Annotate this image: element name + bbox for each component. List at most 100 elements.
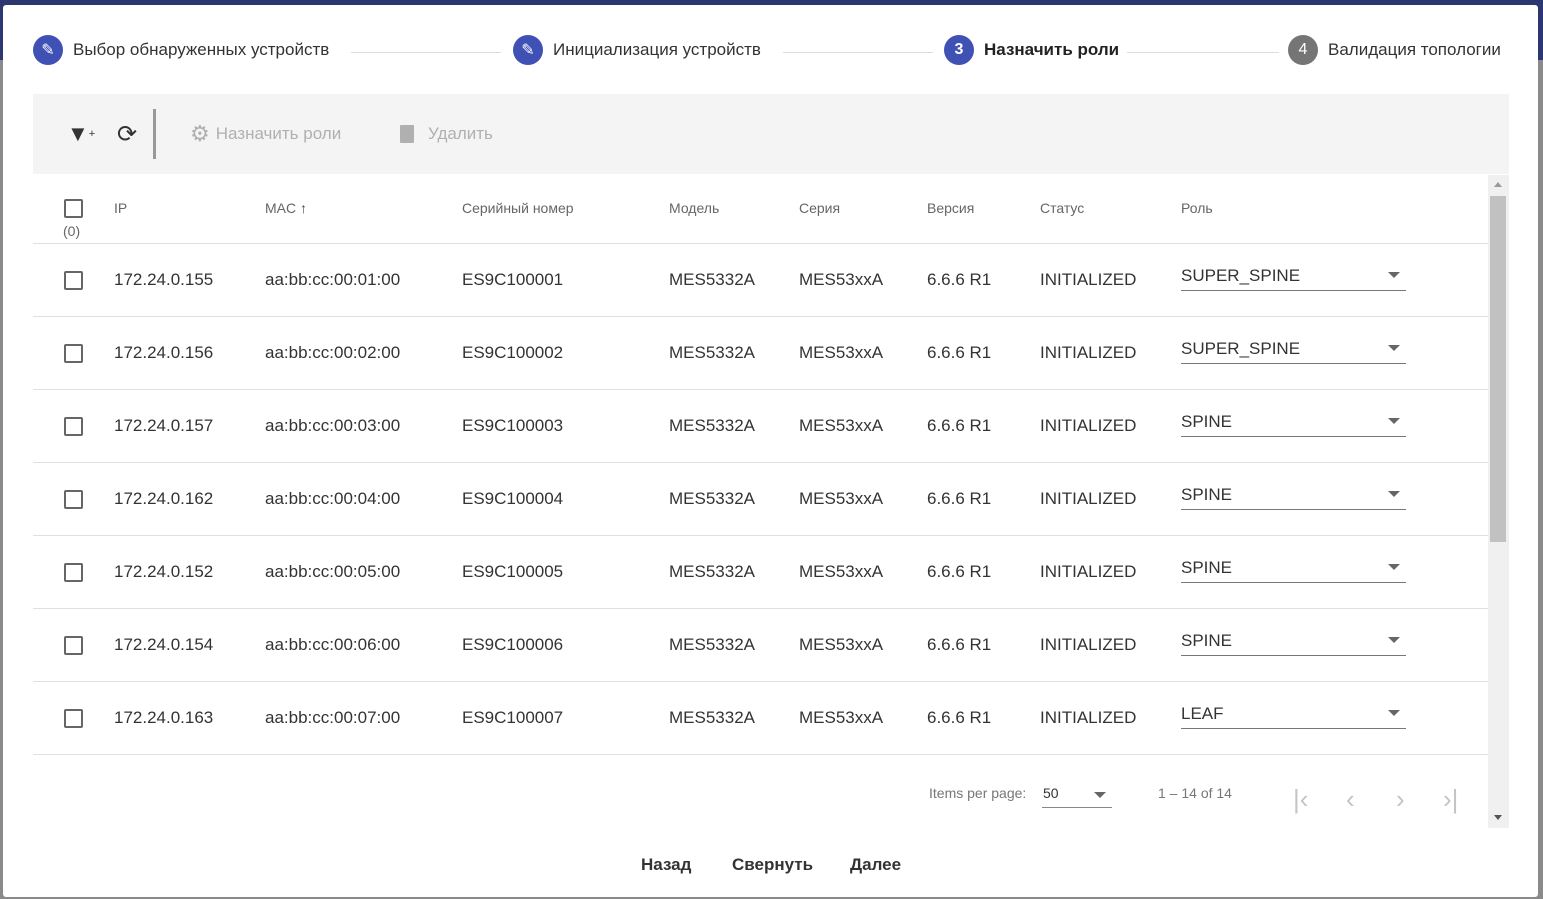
previous-page-icon[interactable]: ‹ <box>1346 784 1355 815</box>
cell-model: MES5332A <box>669 270 755 289</box>
assign-roles-label: Назначить роли <box>215 124 342 143</box>
cell-status: INITIALIZED <box>1040 635 1137 654</box>
step-validate-topology[interactable]: 4 Валидация топологии <box>1288 35 1501 65</box>
row-checkbox[interactable] <box>64 636 83 655</box>
pencil-icon: ✎ <box>513 35 543 65</box>
gear-icon: ⚙ <box>190 121 210 146</box>
cell-serial: ES9C100007 <box>462 708 564 727</box>
last-page-icon[interactable]: ›| <box>1443 784 1458 815</box>
column-ip[interactable]: IP <box>114 200 127 216</box>
role-select[interactable]: SUPER_SPINE <box>1181 264 1406 291</box>
step-assign-roles[interactable]: 3 Назначить роли <box>944 35 1119 65</box>
cell-series: MES53xxA <box>799 562 884 581</box>
table-row[interactable]: 172.24.0.162 aa:bb:cc:00:04:00 ES9C100004 M… <box>33 463 1488 536</box>
role-value: SPINE <box>1181 558 1233 577</box>
role-select[interactable]: SPINE <box>1181 629 1406 656</box>
cell-version: 6.6.6 R1 <box>927 708 992 727</box>
cell-serial: ES9C100006 <box>462 635 564 654</box>
role-value: LEAF <box>1181 704 1224 723</box>
column-role[interactable]: Роль <box>1181 200 1213 216</box>
row-checkbox[interactable] <box>64 417 83 436</box>
cell-mac: aa:bb:cc:00:02:00 <box>265 343 401 362</box>
cell-mac: aa:bb:cc:00:04:00 <box>265 489 401 508</box>
cell-ip: 172.24.0.152 <box>114 562 214 581</box>
row-checkbox[interactable] <box>64 271 83 290</box>
column-mac[interactable]: MAC ↑ <box>265 200 307 216</box>
dropdown-arrow-icon <box>1094 792 1106 798</box>
refresh-icon[interactable]: ⟳ <box>117 94 137 174</box>
dropdown-arrow-icon <box>1388 710 1400 716</box>
collapse-button[interactable]: Свернуть <box>732 855 813 875</box>
dropdown-arrow-icon <box>1388 564 1400 570</box>
sort-ascending-icon: ↑ <box>300 200 308 216</box>
column-model[interactable]: Модель <box>669 200 719 216</box>
cell-mac: aa:bb:cc:00:05:00 <box>265 562 401 581</box>
column-serial[interactable]: Серийный номер <box>462 200 574 216</box>
step-init-devices[interactable]: ✎ Инициализация устройств <box>513 35 761 65</box>
delete-button[interactable]: Удалить <box>400 94 493 174</box>
filter-add-icon[interactable]: ▼ + <box>67 94 95 174</box>
row-checkbox[interactable] <box>64 709 83 728</box>
table-row[interactable]: 172.24.0.155 aa:bb:cc:00:01:00 ES9C100001 M… <box>33 244 1488 317</box>
step-number: 3 <box>944 35 974 65</box>
row-checkbox[interactable] <box>64 563 83 582</box>
next-page-icon[interactable]: › <box>1396 784 1405 815</box>
step-label: Валидация топологии <box>1328 40 1501 59</box>
items-per-page-label: Items per page: <box>929 785 1027 801</box>
cell-mac: aa:bb:cc:00:06:00 <box>265 635 401 654</box>
step-connector <box>1127 52 1279 53</box>
cell-serial: ES9C100005 <box>462 562 564 581</box>
step-connector <box>783 52 933 53</box>
row-checkbox[interactable] <box>64 344 83 363</box>
column-version[interactable]: Версия <box>927 200 974 216</box>
table-row[interactable]: 172.24.0.154 aa:bb:cc:00:06:00 ES9C100006 M… <box>33 609 1488 682</box>
cell-series: MES53xxA <box>799 343 884 362</box>
page-size-select[interactable]: 50 <box>1042 780 1112 808</box>
cell-version: 6.6.6 R1 <box>927 635 992 654</box>
cell-series: MES53xxA <box>799 489 884 508</box>
assign-roles-button[interactable]: ⚙ Назначить роли <box>190 94 341 174</box>
cell-model: MES5332A <box>669 708 755 727</box>
table-header: (0) IP MAC ↑ Серийный номер Модель Серия… <box>33 175 1488 244</box>
role-select[interactable]: SPINE <box>1181 410 1406 437</box>
scroll-up-icon[interactable] <box>1494 182 1502 187</box>
dropdown-arrow-icon <box>1388 637 1400 643</box>
column-status[interactable]: Статус <box>1040 200 1084 216</box>
cell-ip: 172.24.0.162 <box>114 489 214 508</box>
table-row[interactable]: 172.24.0.157 aa:bb:cc:00:03:00 ES9C100003 M… <box>33 390 1488 463</box>
role-value: SUPER_SPINE <box>1181 339 1301 358</box>
step-label: Назначить роли <box>984 40 1120 59</box>
role-select[interactable]: SPINE <box>1181 556 1406 583</box>
next-button[interactable]: Далее <box>850 855 901 875</box>
scrollbar-thumb[interactable] <box>1490 196 1506 542</box>
back-button[interactable]: Назад <box>641 855 691 875</box>
step-number: 4 <box>1288 35 1318 65</box>
table-row[interactable]: 172.24.0.156 aa:bb:cc:00:02:00 ES9C100002 M… <box>33 317 1488 390</box>
cell-model: MES5332A <box>669 635 755 654</box>
role-value: SPINE <box>1181 412 1233 431</box>
cell-mac: aa:bb:cc:00:07:00 <box>265 708 401 727</box>
row-checkbox[interactable] <box>64 490 83 509</box>
scroll-down-icon[interactable] <box>1494 815 1502 820</box>
step-label: Выбор обнаруженных устройств <box>73 40 330 59</box>
cell-status: INITIALIZED <box>1040 416 1137 435</box>
role-select[interactable]: SPINE <box>1181 483 1406 510</box>
cell-ip: 172.24.0.155 <box>114 270 214 289</box>
cell-version: 6.6.6 R1 <box>927 562 992 581</box>
cell-model: MES5332A <box>669 416 755 435</box>
first-page-icon[interactable]: |‹ <box>1293 784 1308 815</box>
cell-status: INITIALIZED <box>1040 489 1137 508</box>
role-select[interactable]: LEAF <box>1181 702 1406 729</box>
column-series[interactable]: Серия <box>799 200 840 216</box>
cell-model: MES5332A <box>669 343 755 362</box>
vertical-scrollbar[interactable] <box>1488 175 1509 828</box>
cell-ip: 172.24.0.156 <box>114 343 214 362</box>
devices-table: (0) IP MAC ↑ Серийный номер Модель Серия… <box>33 175 1488 828</box>
table-row[interactable]: 172.24.0.152 aa:bb:cc:00:05:00 ES9C100005 M… <box>33 536 1488 609</box>
select-all-checkbox[interactable] <box>64 199 83 218</box>
cell-version: 6.6.6 R1 <box>927 270 992 289</box>
cell-model: MES5332A <box>669 562 755 581</box>
step-select-devices[interactable]: ✎ Выбор обнаруженных устройств <box>33 35 329 65</box>
table-row[interactable]: 172.24.0.163 aa:bb:cc:00:07:00 ES9C100007 M… <box>33 682 1488 755</box>
role-select[interactable]: SUPER_SPINE <box>1181 337 1406 364</box>
